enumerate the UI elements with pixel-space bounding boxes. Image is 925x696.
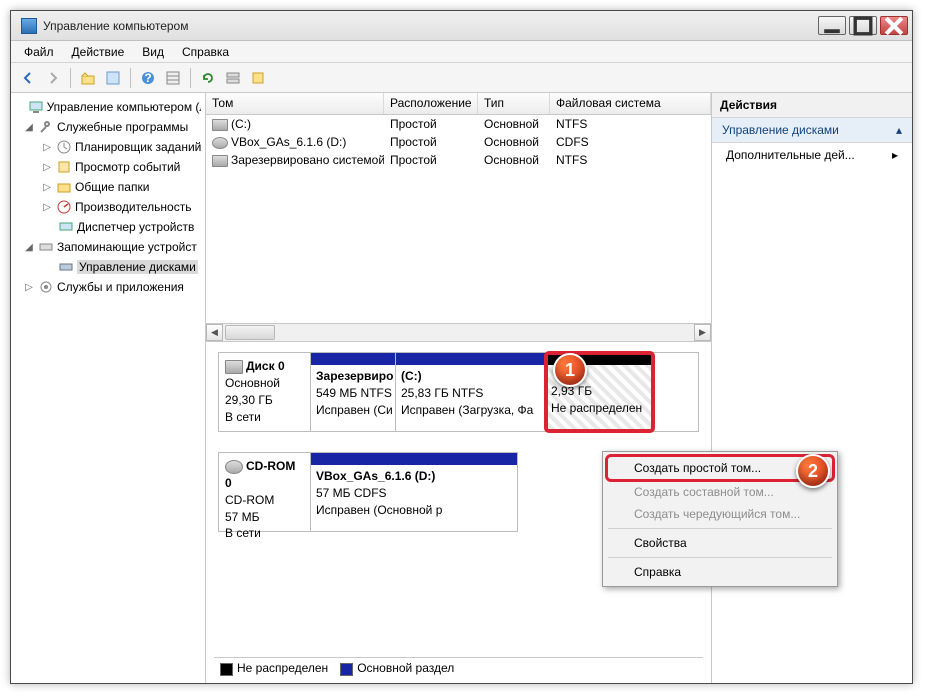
- maximize-button[interactable]: [849, 16, 877, 35]
- tree-storage[interactable]: Запоминающие устройст: [57, 240, 197, 254]
- svg-text:?: ?: [144, 71, 151, 85]
- forward-button[interactable]: [42, 67, 64, 89]
- partition-system-reserved[interactable]: Зарезервиро549 МБ NTFSИсправен (Си: [311, 353, 396, 431]
- toolbar: ?: [11, 63, 912, 93]
- col-type[interactable]: Тип: [478, 93, 550, 114]
- volume-list[interactable]: (C:) Простой Основной NTFS VBox_GAs_6.1.…: [206, 115, 711, 323]
- annotation-badge-2: 2: [796, 454, 830, 488]
- center-pane: Том Расположение Тип Файловая система (C…: [206, 93, 712, 683]
- tree-disk-management[interactable]: Управление дисками: [77, 260, 198, 274]
- collapse-icon[interactable]: ◢: [23, 122, 35, 133]
- up-button[interactable]: [77, 67, 99, 89]
- tree-system-tools[interactable]: Служебные программы: [57, 120, 188, 134]
- scroll-thumb[interactable]: [225, 325, 275, 340]
- disk-icon: [58, 259, 74, 275]
- partition-cdrom[interactable]: VBox_GAs_6.1.6 (D:)57 МБ CDFSИсправен (О…: [311, 453, 517, 531]
- menu-create-spanned-volume: Создать составной том...: [606, 481, 834, 503]
- tree-performance[interactable]: Производительность: [75, 200, 191, 214]
- legend-swatch-primary: [340, 663, 353, 676]
- menu-bar: Файл Действие Вид Справка: [11, 41, 912, 63]
- disk-list-button[interactable]: [222, 67, 244, 89]
- partition-bar: [396, 353, 545, 365]
- perf-icon: [56, 199, 72, 215]
- folder-icon: [56, 179, 72, 195]
- partition-bar: [311, 353, 395, 365]
- tools-icon: [38, 119, 54, 135]
- menu-help[interactable]: Справка: [606, 561, 834, 583]
- menu-properties[interactable]: Свойства: [606, 532, 834, 554]
- expand-icon[interactable]: ▷: [41, 142, 53, 153]
- view-settings-button[interactable]: [162, 67, 184, 89]
- event-icon: [56, 159, 72, 175]
- menu-view[interactable]: Вид: [135, 43, 171, 61]
- col-volume[interactable]: Том: [206, 93, 384, 114]
- horizontal-scrollbar[interactable]: ◀ ▶: [206, 323, 711, 341]
- storage-icon: [38, 239, 54, 255]
- cdrom-icon: [225, 460, 243, 474]
- expand-icon[interactable]: ▷: [41, 202, 53, 213]
- window-title: Управление компьютером: [43, 19, 818, 33]
- minimize-button[interactable]: [818, 16, 846, 35]
- col-layout[interactable]: Расположение: [384, 93, 478, 114]
- disk-info[interactable]: Диск 0 Основной 29,30 ГБ В сети: [219, 353, 311, 431]
- app-icon: [21, 18, 37, 34]
- volume-icon: [212, 119, 228, 131]
- legend: Не распределен Основной раздел: [214, 657, 703, 679]
- list-item[interactable]: VBox_GAs_6.1.6 (D:) Простой Основной CDF…: [206, 133, 711, 151]
- device-icon: [58, 219, 74, 235]
- action-button[interactable]: [247, 67, 269, 89]
- menu-file[interactable]: Файл: [17, 43, 61, 61]
- volume-icon: [212, 155, 228, 167]
- scroll-left-button[interactable]: ◀: [206, 324, 223, 341]
- menu-create-striped-volume: Создать чередующийся том...: [606, 503, 834, 525]
- menu-action[interactable]: Действие: [65, 43, 132, 61]
- properties-button[interactable]: [102, 67, 124, 89]
- clock-icon: [56, 139, 72, 155]
- menu-separator: [608, 528, 832, 529]
- actions-header: Действия: [712, 93, 912, 118]
- disk-icon: [225, 360, 243, 374]
- disk-info[interactable]: CD-ROM 0 CD-ROM 57 МБ В сети: [219, 453, 311, 531]
- collapse-icon[interactable]: ◢: [23, 242, 35, 253]
- tree-root[interactable]: Управление компьютером (л: [47, 100, 201, 114]
- actions-selection[interactable]: Управление дисками▴: [712, 118, 912, 143]
- tree-services[interactable]: Службы и приложения: [57, 280, 184, 294]
- actions-pane: Действия Управление дисками▴ Дополнитель…: [712, 93, 912, 683]
- scroll-right-button[interactable]: ▶: [694, 324, 711, 341]
- annotation-badge-1: 1: [553, 353, 587, 387]
- list-item[interactable]: (C:) Простой Основной NTFS: [206, 115, 711, 133]
- close-button[interactable]: [880, 16, 908, 35]
- menu-separator: [608, 557, 832, 558]
- tree-device-manager[interactable]: Диспетчер устройств: [77, 220, 194, 234]
- refresh-button[interactable]: [197, 67, 219, 89]
- titlebar[interactable]: Управление компьютером: [11, 11, 912, 41]
- chevron-up-icon: ▴: [896, 123, 902, 137]
- actions-more[interactable]: Дополнительные дей...▸: [712, 143, 912, 167]
- tree-task-scheduler[interactable]: Планировщик заданий: [75, 140, 201, 154]
- volume-list-header: Том Расположение Тип Файловая система: [206, 93, 711, 115]
- back-button[interactable]: [17, 67, 39, 89]
- expand-icon[interactable]: ▷: [41, 182, 53, 193]
- partition-bar: [311, 453, 517, 465]
- tree-shared-folders[interactable]: Общие папки: [75, 180, 149, 194]
- computer-icon: [28, 99, 44, 115]
- legend-swatch-unallocated: [220, 663, 233, 676]
- disk-row: CD-ROM 0 CD-ROM 57 МБ В сети VBox_GAs_6.…: [218, 452, 518, 532]
- help-button[interactable]: ?: [137, 67, 159, 89]
- menu-help[interactable]: Справка: [175, 43, 236, 61]
- cdrom-icon: [212, 137, 228, 149]
- services-icon: [38, 279, 54, 295]
- main-body: Управление компьютером (л ◢ Служебные про…: [11, 93, 912, 683]
- tree-event-viewer[interactable]: Просмотр событий: [75, 160, 180, 174]
- col-filesystem[interactable]: Файловая система: [550, 93, 711, 114]
- nav-tree[interactable]: Управление компьютером (л ◢ Служебные про…: [11, 93, 206, 683]
- expand-icon[interactable]: ▷: [23, 282, 35, 293]
- disk-row: Диск 0 Основной 29,30 ГБ В сети Зарезерв…: [218, 352, 699, 432]
- list-item[interactable]: Зарезервировано системой Простой Основно…: [206, 151, 711, 169]
- chevron-right-icon: ▸: [892, 148, 898, 162]
- expand-icon[interactable]: ▷: [41, 162, 53, 173]
- partition-c[interactable]: (C:)25,83 ГБ NTFSИсправен (Загрузка, Фа: [396, 353, 546, 431]
